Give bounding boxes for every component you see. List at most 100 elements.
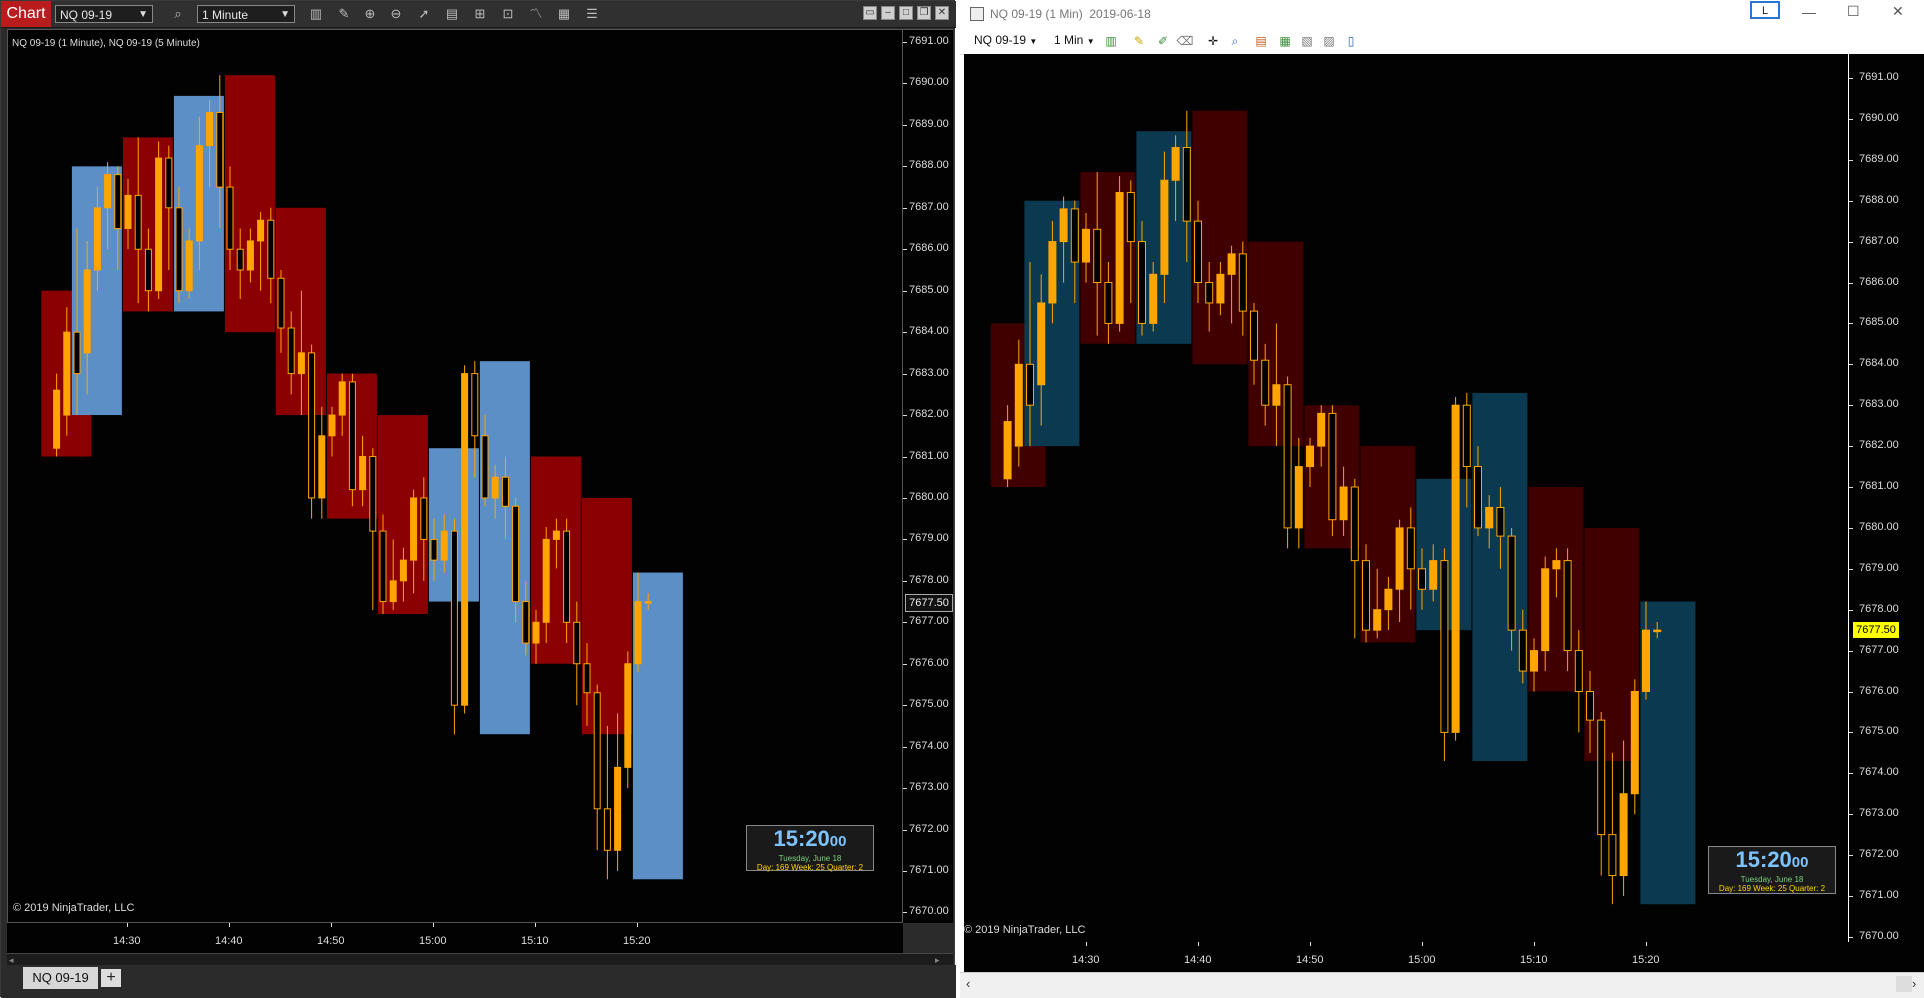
time-tick-mark	[637, 923, 638, 927]
instrument-selector-value: NQ 09-19	[60, 8, 113, 22]
right-candles-svg	[990, 110, 1696, 905]
candle-body	[450, 530, 458, 706]
candle-body	[1283, 384, 1292, 529]
zoom-icon[interactable]: ⌕	[1226, 32, 1244, 50]
bar-style-icon[interactable]: ▥	[307, 5, 325, 23]
left-price-axis[interactable]: 7691.00 7690.00 7689.00 7688.00 7687.00 7686.…	[903, 29, 953, 923]
strategies-icon[interactable]: ▦	[555, 5, 573, 23]
chart-menu-button[interactable]: Chart	[1, 1, 51, 27]
candle-body	[257, 219, 265, 242]
menu-list-icon[interactable]: ☰	[583, 5, 601, 23]
price-tick-mark	[1849, 609, 1853, 611]
indicators-icon[interactable]: ▤	[1252, 32, 1270, 50]
candle-body	[1104, 282, 1113, 324]
maximize-button[interactable]: ☐	[1847, 3, 1860, 20]
candle-body	[348, 381, 356, 491]
instrument-selector[interactable]: NQ 09-19 ▼	[55, 5, 153, 23]
strategies-icon[interactable]: ▦	[1276, 32, 1294, 50]
instrument-selector[interactable]: NQ 09-19 ▼	[974, 33, 1037, 47]
data-box-icon[interactable]: ▤	[443, 5, 461, 23]
candle-body	[1205, 282, 1214, 304]
price-tick-label: 7679.00	[1859, 561, 1899, 574]
price-tick-mark	[903, 912, 907, 914]
left-price-panel[interactable]: NQ 09-19 (1 Minute), NQ 09-19 (5 Minute)…	[7, 29, 903, 923]
price-tick-label: 7691.00	[909, 35, 949, 47]
candle-body	[369, 456, 377, 532]
close-button[interactable]: ✕	[1892, 3, 1904, 20]
price-tick-label: 7678.00	[1859, 602, 1899, 615]
price-tick-mark	[903, 788, 907, 790]
time-tick-label: 15:20	[623, 935, 651, 947]
price-tick-label: 7687.00	[1859, 234, 1899, 247]
pointer-icon[interactable]: ➚	[415, 5, 433, 23]
candle-body	[1138, 241, 1146, 324]
interval-selector[interactable]: 1 Minute ▼	[197, 5, 295, 23]
price-tick-label: 7688.00	[1859, 193, 1899, 206]
scroll-thumb[interactable]	[1896, 976, 1912, 992]
drawing-tool-icon[interactable]: ✎	[335, 5, 353, 23]
search-icon[interactable]: ⌕	[169, 5, 187, 23]
candle-body	[410, 497, 418, 561]
price-tick-mark	[903, 124, 907, 126]
price-tick-label: 7673.00	[1859, 807, 1899, 820]
properties-icon[interactable]: ⊡	[499, 5, 517, 23]
data-box-icon[interactable]: ▯	[1342, 32, 1360, 50]
candle-body	[1653, 629, 1662, 633]
crosshair-icon[interactable]: ✛	[1204, 32, 1222, 50]
price-tick-label: 7677.00	[909, 615, 949, 628]
maximize-button[interactable]: □	[899, 6, 913, 20]
price-tick-label: 7688.00	[909, 159, 949, 172]
candle-body	[1160, 179, 1169, 275]
candle-body	[246, 240, 254, 271]
price-tick-label: 7679.00	[909, 532, 949, 545]
properties-icon[interactable]: ▨	[1320, 32, 1338, 50]
add-tab-button[interactable]: +	[101, 969, 121, 987]
price-tick-mark	[1849, 896, 1853, 897]
clock-info: Day: 169 Week: 25 Quarter: 2	[1718, 884, 1826, 893]
maximize-alt-button[interactable]: ❐	[917, 6, 931, 20]
window-title: NQ 09-19 (1 Min) 2019-06-18	[990, 7, 1151, 21]
candle-body	[175, 207, 183, 292]
candle-body	[165, 157, 173, 209]
left-time-axis[interactable]: 14:30 14:40 14:50 15:00 15:10 15:20	[7, 923, 903, 953]
templates-icon[interactable]: ▧	[1298, 32, 1316, 50]
minimize-button[interactable]: —	[1802, 4, 1816, 20]
chart-trader-icon[interactable]: ⊞	[471, 5, 489, 23]
clock-hours: 15:20	[773, 826, 830, 851]
drawing-tool-icon[interactable]: ✎	[1130, 32, 1148, 50]
marker-icon[interactable]: ✐	[1154, 32, 1172, 50]
candle-body	[634, 601, 642, 665]
price-tick-mark	[1849, 282, 1853, 284]
candle-body	[63, 331, 71, 416]
eraser-icon[interactable]: ⌫	[1176, 32, 1194, 50]
scroll-left-icon[interactable]: ‹	[966, 976, 970, 991]
time-tick-mark	[1086, 942, 1087, 946]
candle-body	[1182, 147, 1191, 222]
price-tick-mark	[1849, 159, 1853, 161]
bar-style-icon[interactable]: ▥	[1102, 32, 1120, 50]
interval-selector[interactable]: 1 Min ▼	[1054, 33, 1095, 47]
minimize-button[interactable]: –	[881, 6, 895, 20]
close-button[interactable]: ✕	[935, 6, 949, 20]
candle-body	[379, 530, 387, 603]
tab-nq-09-19[interactable]: NQ 09-19	[23, 967, 98, 989]
zoom-in-icon[interactable]: ⊕	[361, 5, 379, 23]
price-tick-mark	[1849, 568, 1853, 570]
right-time-axis[interactable]: 14:30 14:40 14:50 15:00 15:10 15:20	[964, 942, 1848, 972]
right-price-axis[interactable]: 7691.00 7690.00 7689.00 7688.00 7687.00 7686.…	[1848, 54, 1924, 942]
price-tick-mark	[903, 249, 907, 251]
price-tick-label: 7670.00	[1859, 929, 1899, 942]
zoom-out-icon[interactable]: ⊖	[387, 5, 405, 23]
right-scrollbar[interactable]: ‹ ›	[960, 972, 1924, 998]
time-tick-mark	[535, 923, 536, 927]
candle-body	[1194, 220, 1202, 283]
candle-body	[501, 476, 509, 507]
candle-body	[1406, 527, 1415, 570]
link-button[interactable]: L	[1750, 1, 1780, 19]
price-tick-label: 7685.00	[1859, 316, 1899, 329]
scroll-right-icon[interactable]: ›	[1912, 976, 1916, 991]
clock-date: Tuesday, June 18	[778, 854, 842, 863]
indicators-icon[interactable]: 〽	[527, 5, 545, 23]
right-price-panel[interactable]: © 2019 NinjaTrader, LLC 15:2000 Tuesday,…	[964, 54, 1848, 942]
restore-icon[interactable]: ▭	[863, 6, 877, 20]
